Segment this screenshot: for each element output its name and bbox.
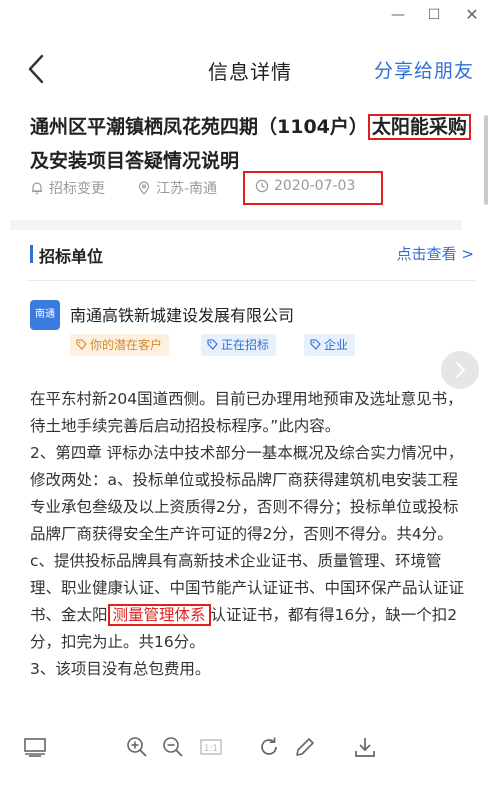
divider	[26, 280, 476, 281]
zoom-in-icon	[127, 737, 147, 757]
view-details-link[interactable]: 点击查看 >	[397, 243, 474, 264]
slideshow-icon	[24, 738, 46, 757]
rotate-icon	[261, 737, 277, 755]
date-highlight-box	[243, 171, 383, 205]
location-pin-icon	[138, 181, 150, 195]
tag-enterprise: 企业	[304, 334, 356, 356]
zoom-out-button[interactable]	[161, 735, 185, 759]
actual-size-icon: 1:1	[200, 739, 222, 755]
section-title: 招标单位	[39, 247, 104, 266]
meta-location: 江苏-南通	[137, 178, 217, 198]
company-logo[interactable]: 南通	[30, 300, 60, 330]
article-body: 在平东村新204国道西侧。目前已办理用地预审及选址意见书，待土地手续完善后启动招…	[30, 386, 472, 683]
title-text-part2: 及安装项目答疑情况说明	[30, 150, 240, 172]
pen-icon	[296, 738, 314, 756]
close-button[interactable]: ✕	[461, 4, 483, 26]
meta-location-label: 江苏-南通	[156, 181, 218, 197]
tag-label: 正在招标	[221, 338, 270, 352]
title-highlight: 太阳能采购	[367, 114, 471, 140]
tag-icon	[76, 339, 87, 350]
section-separator	[10, 220, 462, 230]
download-icon	[355, 738, 375, 757]
tag-bidding: 正在招标	[201, 334, 277, 356]
minimize-button[interactable]: —	[387, 4, 409, 26]
company-name[interactable]: 南通高铁新城建设发展有限公司	[70, 302, 294, 326]
chevron-left-icon	[28, 54, 44, 84]
chevron-right-icon	[456, 362, 465, 378]
body-paragraph: c、提供投标品牌具有高新技术企业证书、质量管理、环境管理、职业健康认证、中国节能…	[30, 548, 472, 656]
back-button[interactable]	[22, 52, 52, 86]
tag-potential-customer: 你的潜在客户	[70, 334, 170, 356]
bell-icon	[32, 182, 42, 195]
section-header: 招标单位 点击查看 >	[30, 243, 480, 267]
tag-icon	[310, 339, 321, 350]
actual-size-button[interactable]: 1:1	[199, 735, 223, 759]
article-title: 通州区平潮镇栖凤花苑四期（1104户） 太阳能采购及安装项目答疑情况说明	[30, 110, 480, 178]
nav-bar: 信息详情 分享给朋友	[0, 44, 500, 94]
body-paragraph: 2、第四章 评标办法中技术部分一基本概况及综合实力情况中，修改两处：a、投标单位…	[30, 444, 464, 543]
body-highlight: 测量管理体系	[107, 604, 211, 626]
title-text-part1: 通州区平潮镇栖凤花苑四期（1104户）	[30, 116, 368, 138]
slideshow-button[interactable]	[23, 735, 47, 759]
tag-label: 企业	[324, 338, 349, 352]
zoom-in-button[interactable]	[125, 735, 149, 759]
annotate-button[interactable]	[293, 735, 317, 759]
tag-label: 你的潜在客户	[90, 338, 163, 352]
zoom-out-icon	[163, 737, 183, 757]
next-page-button[interactable]	[441, 351, 479, 389]
scrollbar-thumb[interactable]	[484, 115, 488, 205]
section-accent-bar	[30, 245, 33, 263]
share-button[interactable]: 分享给朋友	[374, 56, 474, 83]
bottom-toolbar: 1:1	[0, 723, 500, 771]
body-paragraph: 3、该项目没有总包费用。	[30, 660, 211, 678]
meta-type-label: 招标变更	[49, 181, 105, 197]
download-button[interactable]	[353, 735, 377, 759]
window-title-bar: — ☐ ✕	[0, 0, 500, 30]
tag-icon	[207, 339, 218, 350]
maximize-button[interactable]: ☐	[423, 4, 445, 26]
rotate-button[interactable]	[257, 735, 281, 759]
actual-size-label: 1:1	[204, 744, 218, 754]
meta-type: 招标变更	[30, 178, 105, 198]
body-paragraph: 在平东村新204国道西侧。目前已办理用地预审及选址意见书，待土地手续完善后启动招…	[30, 390, 463, 435]
